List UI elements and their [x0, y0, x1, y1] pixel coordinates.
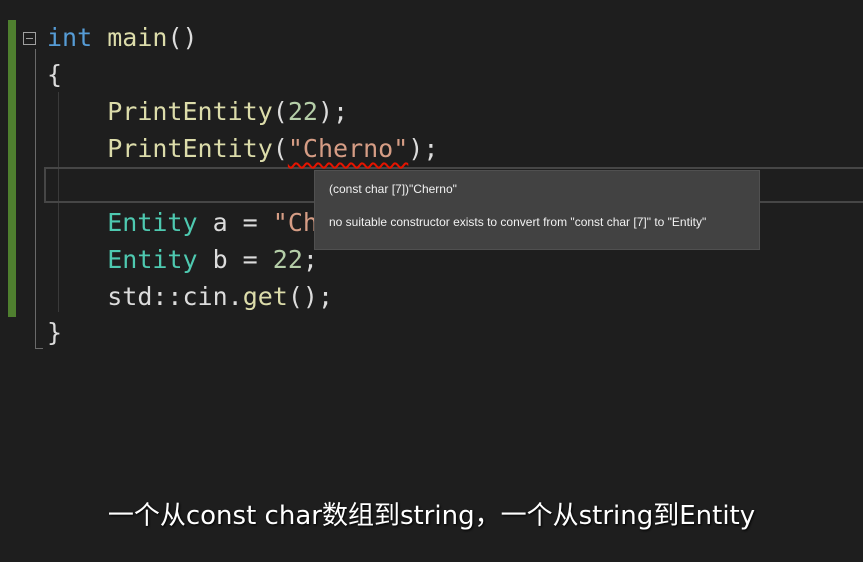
- video-subtitle: 一个从const char数组到string，一个从string到Entity: [107, 501, 756, 531]
- code-line-4[interactable]: PrintEntity("Cherno");: [47, 131, 438, 167]
- variable-decl: b =: [197, 245, 273, 274]
- fold-guide-line: [35, 49, 36, 349]
- code-line-9[interactable]: }: [47, 315, 62, 351]
- call-parens: ();: [287, 282, 333, 311]
- code-line-6[interactable]: Entity a = "Ch: [47, 205, 318, 241]
- keyword-int: int: [47, 23, 93, 52]
- function-call-get: get: [242, 282, 288, 311]
- close-paren: );: [317, 97, 349, 126]
- string-literal-error[interactable]: "Cherno": [288, 134, 408, 163]
- open-brace: {: [47, 60, 63, 89]
- tooltip-error-message: no suitable constructor exists to conver…: [329, 215, 707, 229]
- function-call-printentity: PrintEntity: [107, 97, 273, 126]
- number-literal: 22: [287, 97, 318, 126]
- tooltip-signature: (const char [7])"Cherno": [329, 182, 457, 196]
- fold-guide-end: [35, 348, 43, 349]
- function-name-main: main: [107, 23, 168, 52]
- error-tooltip: (const char [7])"Cherno" no suitable con…: [314, 170, 760, 250]
- parens: (): [167, 23, 198, 52]
- string-literal: "Ch: [272, 208, 318, 237]
- open-paren: (: [272, 97, 288, 126]
- code-line-1[interactable]: int main(): [47, 20, 198, 56]
- close-brace: }: [47, 318, 63, 347]
- namespace-std-cin: std::cin.: [107, 282, 243, 311]
- function-call-printentity: PrintEntity: [107, 134, 273, 163]
- change-tracking-bar: [8, 20, 16, 317]
- close-paren: );: [408, 134, 439, 163]
- type-entity: Entity: [107, 208, 198, 237]
- open-paren: (: [272, 134, 288, 163]
- code-editor[interactable]: int main() { PrintEntity(22); PrintEntit…: [0, 0, 863, 562]
- code-line-7[interactable]: Entity b = 22;: [47, 242, 318, 278]
- code-line-2[interactable]: {: [47, 57, 62, 93]
- code-line-8[interactable]: std::cin.get();: [47, 279, 333, 315]
- code-line-3[interactable]: PrintEntity(22);: [47, 94, 348, 130]
- variable-decl: a =: [197, 208, 273, 237]
- collapse-icon[interactable]: [23, 32, 36, 45]
- number-literal: 22: [272, 245, 303, 274]
- type-entity: Entity: [107, 245, 198, 274]
